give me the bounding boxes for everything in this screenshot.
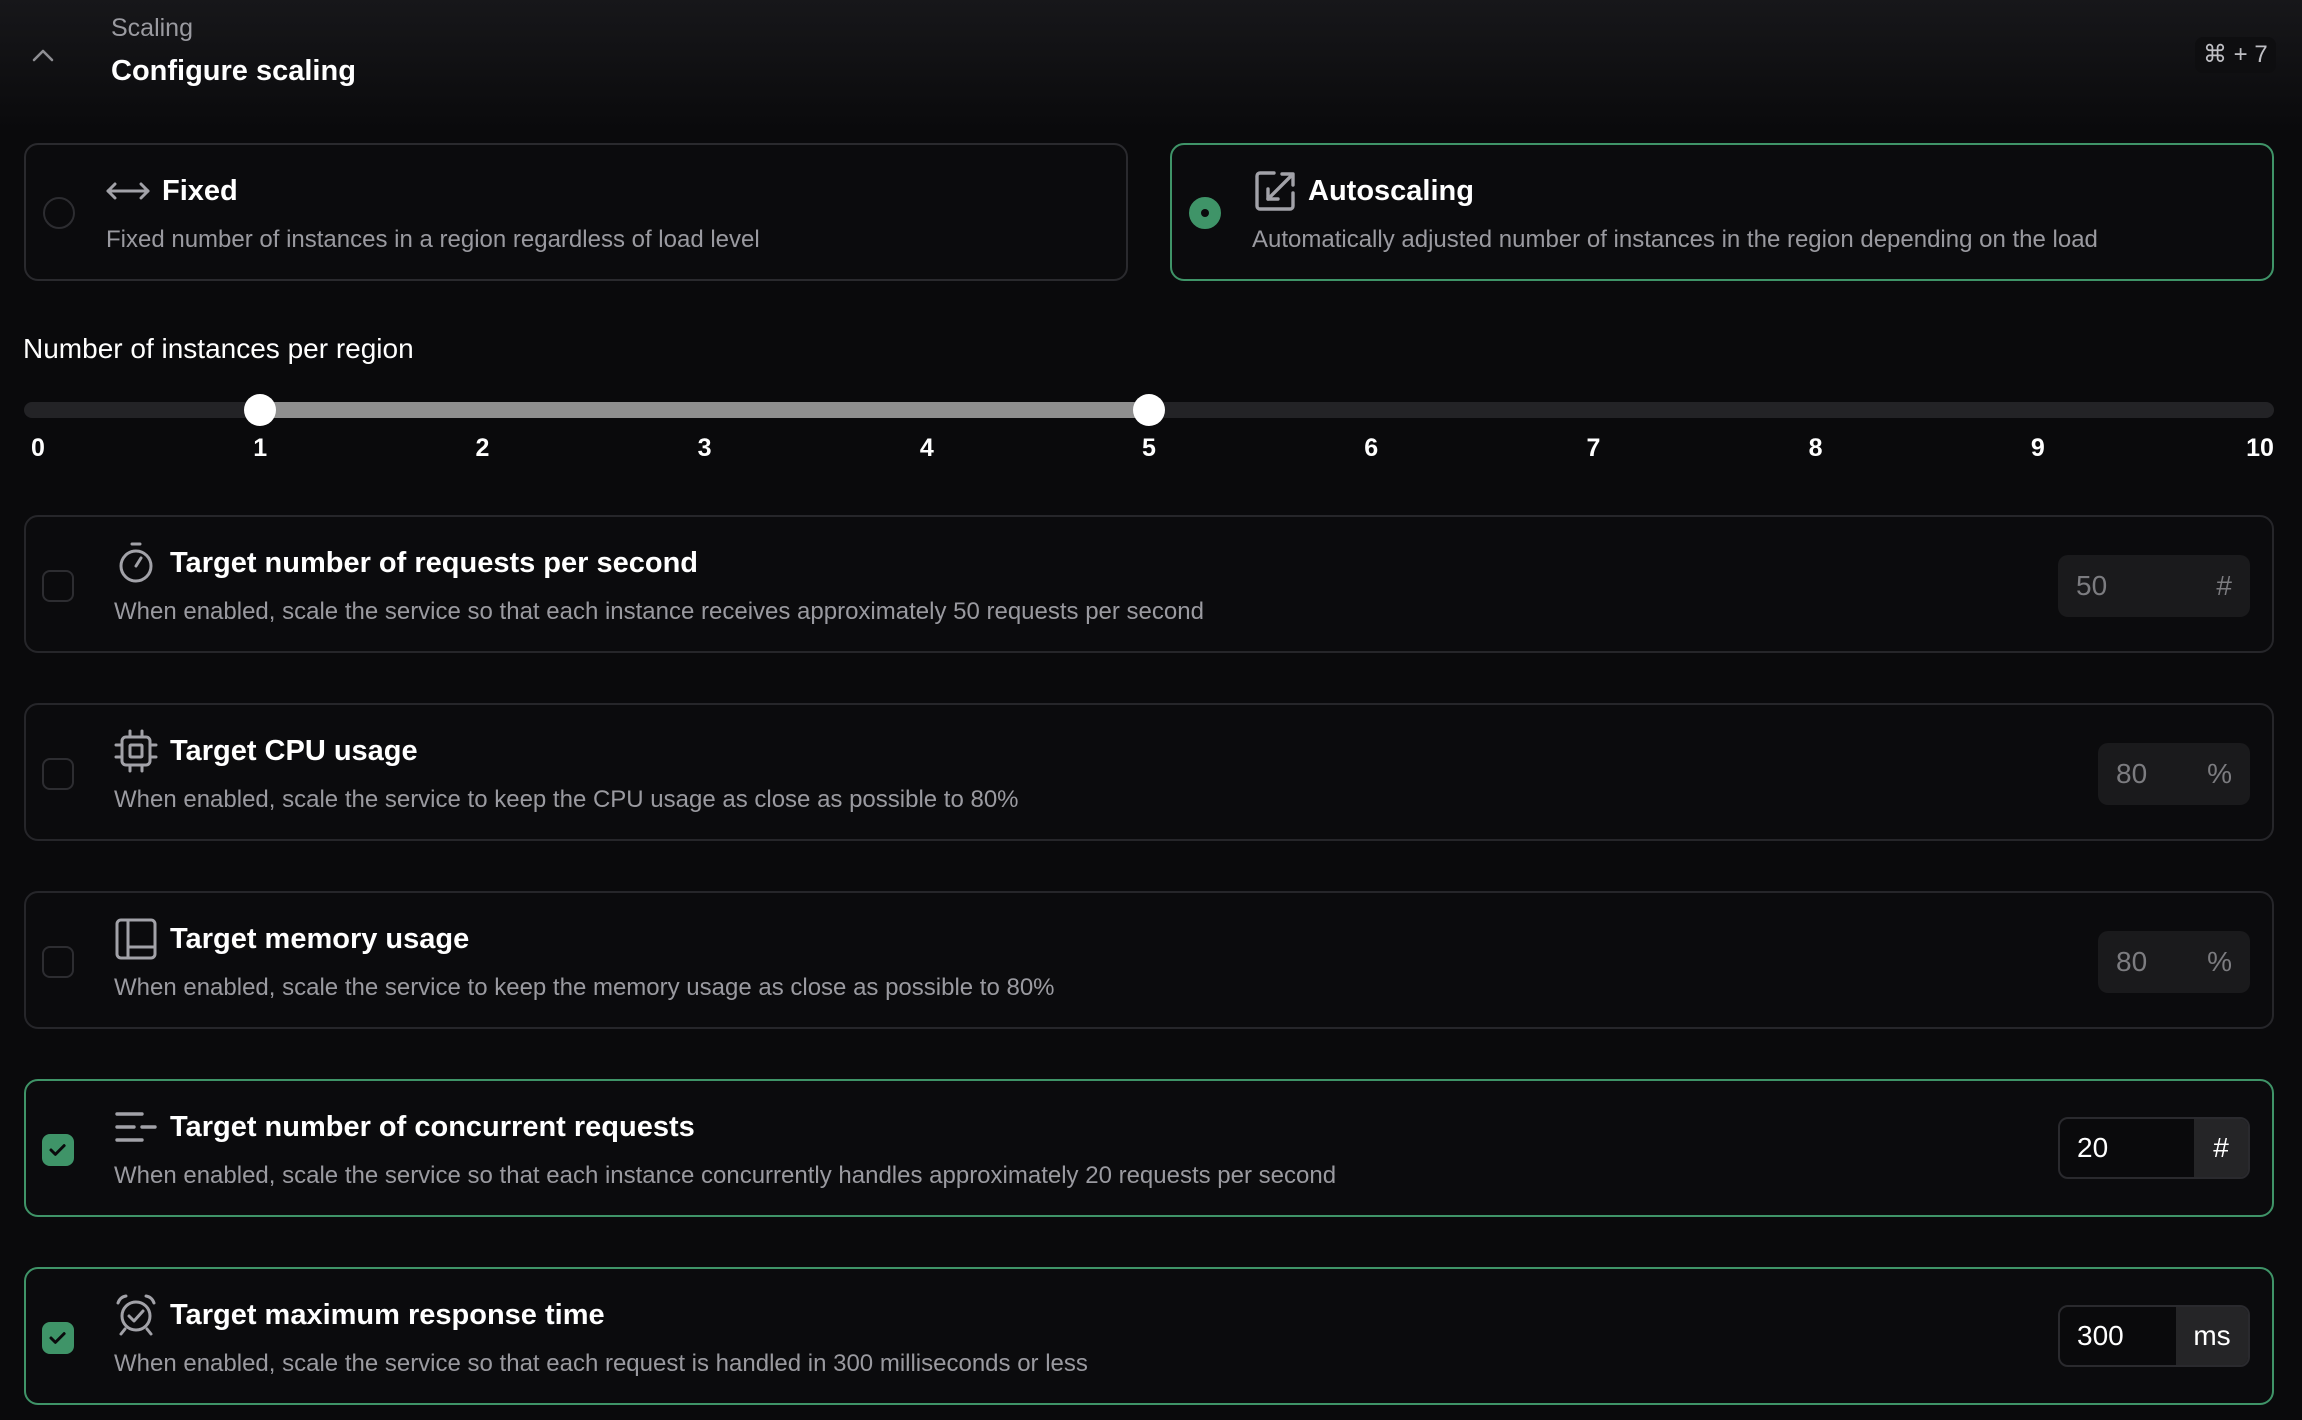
checkmark-icon [49,1144,66,1156]
slider-tick-label: 8 [1808,434,1823,462]
target-option-title: Target memory usage [170,923,470,955]
radio-fixed[interactable] [43,197,75,229]
target-option-title: Target number of requests per second [170,547,699,579]
slider-tick-label: 4 [919,434,934,462]
target-option-description: When enabled, scale the service to keep … [114,974,1055,1001]
target-value[interactable]: 80 [2098,931,2207,993]
target-value-input[interactable]: 20 # [2058,1117,2250,1179]
target-option-title: Target maximum response time [170,1299,605,1331]
target-option-card: Target CPU usage When enabled, scale the… [24,703,2274,841]
target-value[interactable]: 50 [2058,555,2216,617]
target-value-input[interactable]: 80 % [2098,931,2250,993]
target-option-card: Target maximum response time When enable… [24,1267,2274,1405]
target-enable-checkbox[interactable] [42,758,74,790]
section-eyebrow: Scaling [111,14,193,42]
mode-description: Fixed number of instances in a region re… [106,226,760,253]
alarm-check-icon [116,1294,156,1336]
target-option-description: When enabled, scale the service so that … [114,1162,1337,1189]
concurrent-lines-icon [115,1112,157,1142]
target-unit-label: % [2207,758,2232,789]
target-option-title: Target number of concurrent requests [170,1111,695,1143]
stopwatch-icon [119,542,153,583]
mode-title: Fixed [162,175,238,207]
instances-slider-label: Number of instances per region [23,333,414,364]
keyboard-shortcut-badge: ⌘ + 7 [2195,37,2276,73]
target-enable-checkbox[interactable] [42,946,74,978]
instances-slider-selected-range [260,402,1149,418]
target-option-card: Target number of requests per second Whe… [24,515,2274,653]
cpu-icon [114,729,158,773]
slider-tick-label: 9 [2030,434,2045,462]
target-value-input[interactable]: 300 ms [2058,1305,2250,1367]
target-value-input[interactable]: 50 # [2058,555,2250,617]
section-title: Configure scaling [111,55,356,87]
target-option-title: Target CPU usage [170,735,418,767]
slider-tick-label: 5 [1142,434,1156,462]
checkmark-icon [49,1332,66,1344]
target-unit-label: # [2216,570,2232,601]
mode-description: Automatically adjusted number of instanc… [1252,226,2098,253]
slider-tick-label: 10 [2246,434,2274,462]
target-unit-label: ms [2176,1307,2248,1365]
slider-tick-label: 7 [1586,434,1601,462]
target-value-input[interactable]: 80 % [2098,743,2250,805]
target-option-card: Target number of concurrent requests Whe… [24,1079,2274,1217]
resize-diagonal-icon [1255,171,1295,211]
mode-card-autoscaling[interactable]: Autoscaling Automatically adjusted numbe… [1170,143,2274,281]
chevron-up-icon[interactable] [28,40,58,70]
memory-layout-icon [115,918,157,960]
target-option-card: Target memory usage When enabled, scale … [24,891,2274,1029]
target-option-description: When enabled, scale the service so that … [114,598,1204,625]
target-unit-label: # [2194,1119,2248,1177]
target-value[interactable]: 80 [2098,743,2207,805]
target-value[interactable]: 20 [2060,1119,2194,1177]
target-value[interactable]: 300 [2060,1307,2176,1365]
target-option-description: When enabled, scale the service so that … [114,1350,1088,1377]
target-option-description: When enabled, scale the service to keep … [114,786,1019,813]
target-enable-checkbox[interactable] [42,1322,74,1354]
target-unit-label: % [2207,946,2232,977]
arrows-horizontal-icon [106,182,150,200]
target-enable-checkbox[interactable] [42,570,74,602]
slider-tick-label: 0 [31,434,45,462]
target-enable-checkbox[interactable] [42,1134,74,1166]
instances-slider-max-thumb[interactable] [1133,394,1165,426]
slider-tick-label: 2 [475,434,490,462]
mode-card-fixed[interactable]: Fixed Fixed number of instances in a reg… [24,143,1128,281]
slider-tick-label: 3 [697,434,712,462]
slider-tick-label: 1 [253,434,268,462]
mode-title: Autoscaling [1308,175,1474,207]
slider-tick-label: 6 [1364,434,1379,462]
radio-autoscaling[interactable] [1189,197,1221,229]
instances-slider-min-thumb[interactable] [244,394,277,426]
